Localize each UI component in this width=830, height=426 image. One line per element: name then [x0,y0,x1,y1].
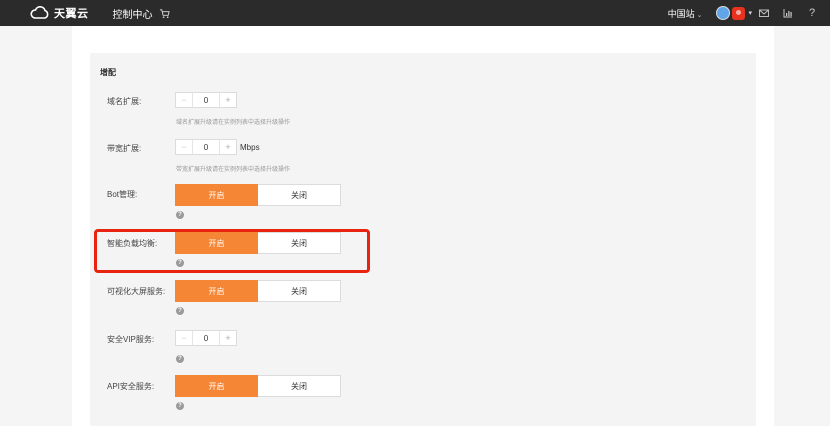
bot-label: Bot管理: [107,190,138,199]
brand-name: 天翼云 [54,8,89,20]
region-selector[interactable]: 中国站 ⌄ [668,7,703,20]
domain-ext-hint: 域名扩展升级请在实例列表中选择升级操作 [176,120,291,126]
visual-screen-help-icon[interactable]: ? [176,307,184,315]
bot-on-button[interactable]: 开启 [175,184,258,206]
cloud-logo-icon [30,6,49,19]
bandwidth-ext-minus-button[interactable]: − [176,140,193,154]
help-icon[interactable]: ? [806,7,818,19]
chevron-down-icon[interactable]: ▾ [748,9,752,17]
domain-ext-stepper: − 0 + [175,92,237,108]
vip-plus-button[interactable]: + [219,331,236,345]
smart-lb-on-button[interactable]: 开启 [175,232,258,254]
chart-icon[interactable] [782,7,794,19]
user-badge-icon[interactable] [732,6,746,20]
smart-lb-toggle: 开启 关闭 [175,232,341,254]
bandwidth-ext-stepper: − 0 + [175,139,237,155]
visual-screen-label: 可视化大屏服务: [107,287,166,296]
smart-lb-off-button[interactable]: 关闭 [258,232,341,254]
vip-value[interactable]: 0 [193,331,219,345]
api-sec-off-button[interactable]: 关闭 [258,375,341,397]
domain-ext-value[interactable]: 0 [193,93,219,107]
visual-screen-on-button[interactable]: 开启 [175,280,258,302]
api-sec-toggle: 开启 关闭 [175,375,341,397]
domain-ext-minus-button[interactable]: − [176,93,193,107]
bandwidth-unit: Mbps [240,143,260,152]
console-link[interactable]: 控制中心 [113,6,153,21]
domain-ext-plus-button[interactable]: + [219,93,236,107]
cart-icon[interactable] [159,7,171,19]
api-sec-on-button[interactable]: 开启 [175,375,258,397]
vip-stepper: − 0 + [175,330,237,346]
bandwidth-ext-value[interactable]: 0 [193,140,219,154]
domain-ext-label: 域名扩展: [107,97,142,106]
vip-label: 安全VIP服务: [107,335,155,344]
avatar[interactable] [716,6,731,20]
api-sec-help-icon[interactable]: ? [176,402,184,410]
chevron-down-icon: ⌄ [696,11,703,19]
smart-lb-help-icon[interactable]: ? [176,259,184,267]
api-sec-label: API安全服务: [107,382,155,391]
bot-toggle: 开启 关闭 [175,184,341,206]
visual-screen-toggle: 开启 关闭 [175,280,341,302]
top-navigation-bar: 天翼云 控制中心 中国站 ⌄ ▾ ? [0,0,830,26]
vip-help-icon[interactable]: ? [176,355,184,363]
bot-off-button[interactable]: 关闭 [258,184,341,206]
visual-screen-off-button[interactable]: 关闭 [258,280,341,302]
mail-icon[interactable] [758,7,770,19]
section-title: 增配 [100,68,116,77]
brand-logo[interactable]: 天翼云 [30,0,89,26]
smart-lb-label: 智能负载均衡: [107,239,158,248]
vip-minus-button[interactable]: − [176,331,193,345]
region-label: 中国站 [667,8,695,19]
bandwidth-ext-hint: 带宽扩展升级请在实例列表中选择升级操作 [176,167,291,173]
bot-help-icon[interactable]: ? [176,211,184,219]
bandwidth-ext-label: 带宽扩展: [107,144,142,153]
bandwidth-ext-plus-button[interactable]: + [219,140,236,154]
